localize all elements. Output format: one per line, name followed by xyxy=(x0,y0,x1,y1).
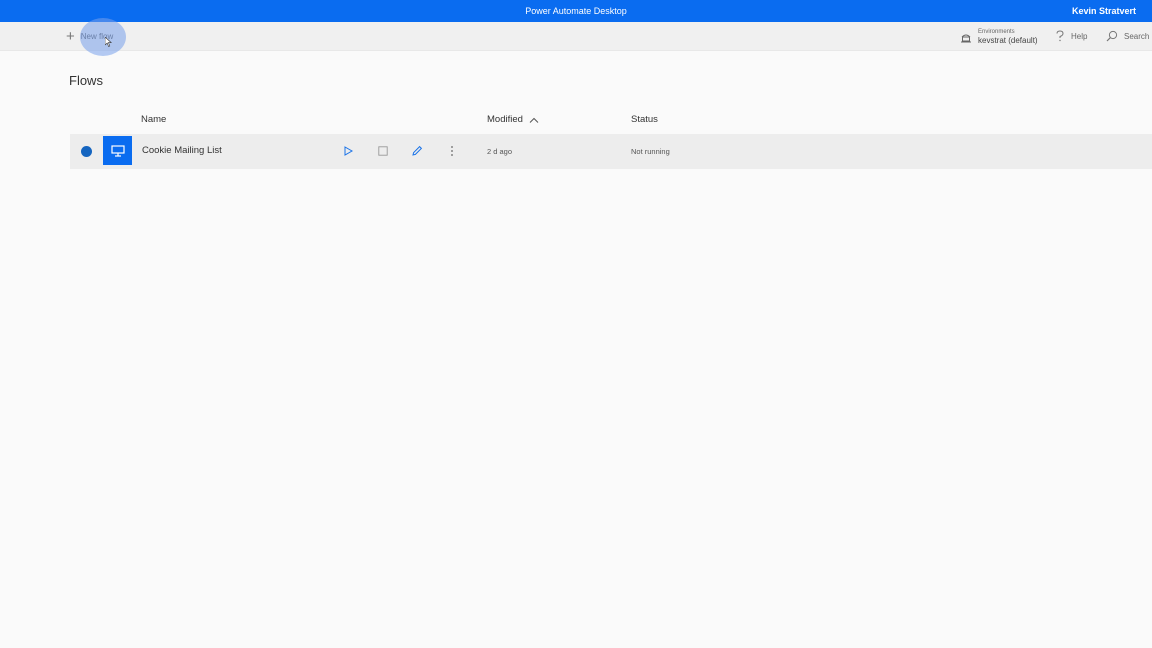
command-bar: + New flow Environments kevstrat (defaul… xyxy=(0,22,1152,51)
help-label: Help xyxy=(1071,31,1088,41)
desktop-flow-icon xyxy=(110,144,125,157)
stop-icon xyxy=(378,146,388,156)
run-button[interactable] xyxy=(341,144,355,158)
column-header-status[interactable]: Status xyxy=(631,113,658,127)
play-icon xyxy=(344,146,353,156)
search-button[interactable]: Search xyxy=(1106,29,1149,43)
environment-label: Environments xyxy=(978,29,1015,35)
more-button[interactable] xyxy=(445,144,459,158)
new-flow-button[interactable]: + New flow xyxy=(66,26,113,46)
plus-icon: + xyxy=(66,27,75,45)
search-icon xyxy=(1106,30,1118,42)
stop-button[interactable] xyxy=(376,144,390,158)
environment-icon xyxy=(961,34,971,43)
table-row[interactable]: Cookie Mailing List 2 d ago Not running xyxy=(70,134,1152,169)
chevron-up-icon xyxy=(529,117,539,123)
search-label: Search xyxy=(1124,31,1150,41)
edit-icon xyxy=(412,145,423,156)
environment-selector[interactable]: Environments kevstrat (default) xyxy=(960,25,1038,49)
edit-button[interactable] xyxy=(410,144,424,158)
app-title: Power Automate Desktop xyxy=(525,6,627,16)
more-icon xyxy=(451,146,453,156)
flow-tile xyxy=(103,136,132,165)
title-bar: Power Automate Desktop Kevin Stratvert xyxy=(0,0,1152,22)
help-icon xyxy=(1056,30,1064,42)
environment-value: kevstrat (default) xyxy=(978,36,1038,45)
column-header-modified[interactable]: Modified xyxy=(487,113,539,127)
column-header-modified-label: Modified xyxy=(487,114,523,125)
flow-modified: 2 d ago xyxy=(487,147,513,156)
flow-status: Not running xyxy=(631,147,670,156)
new-flow-label: New flow xyxy=(80,31,114,41)
page-title: Flows xyxy=(69,73,103,88)
help-button[interactable]: Help xyxy=(1055,29,1087,43)
flow-name[interactable]: Cookie Mailing List xyxy=(142,145,222,156)
user-name[interactable]: Kevin Stratvert xyxy=(1072,0,1136,22)
column-header-name[interactable]: Name xyxy=(141,113,166,127)
row-select-radio[interactable] xyxy=(81,146,92,157)
